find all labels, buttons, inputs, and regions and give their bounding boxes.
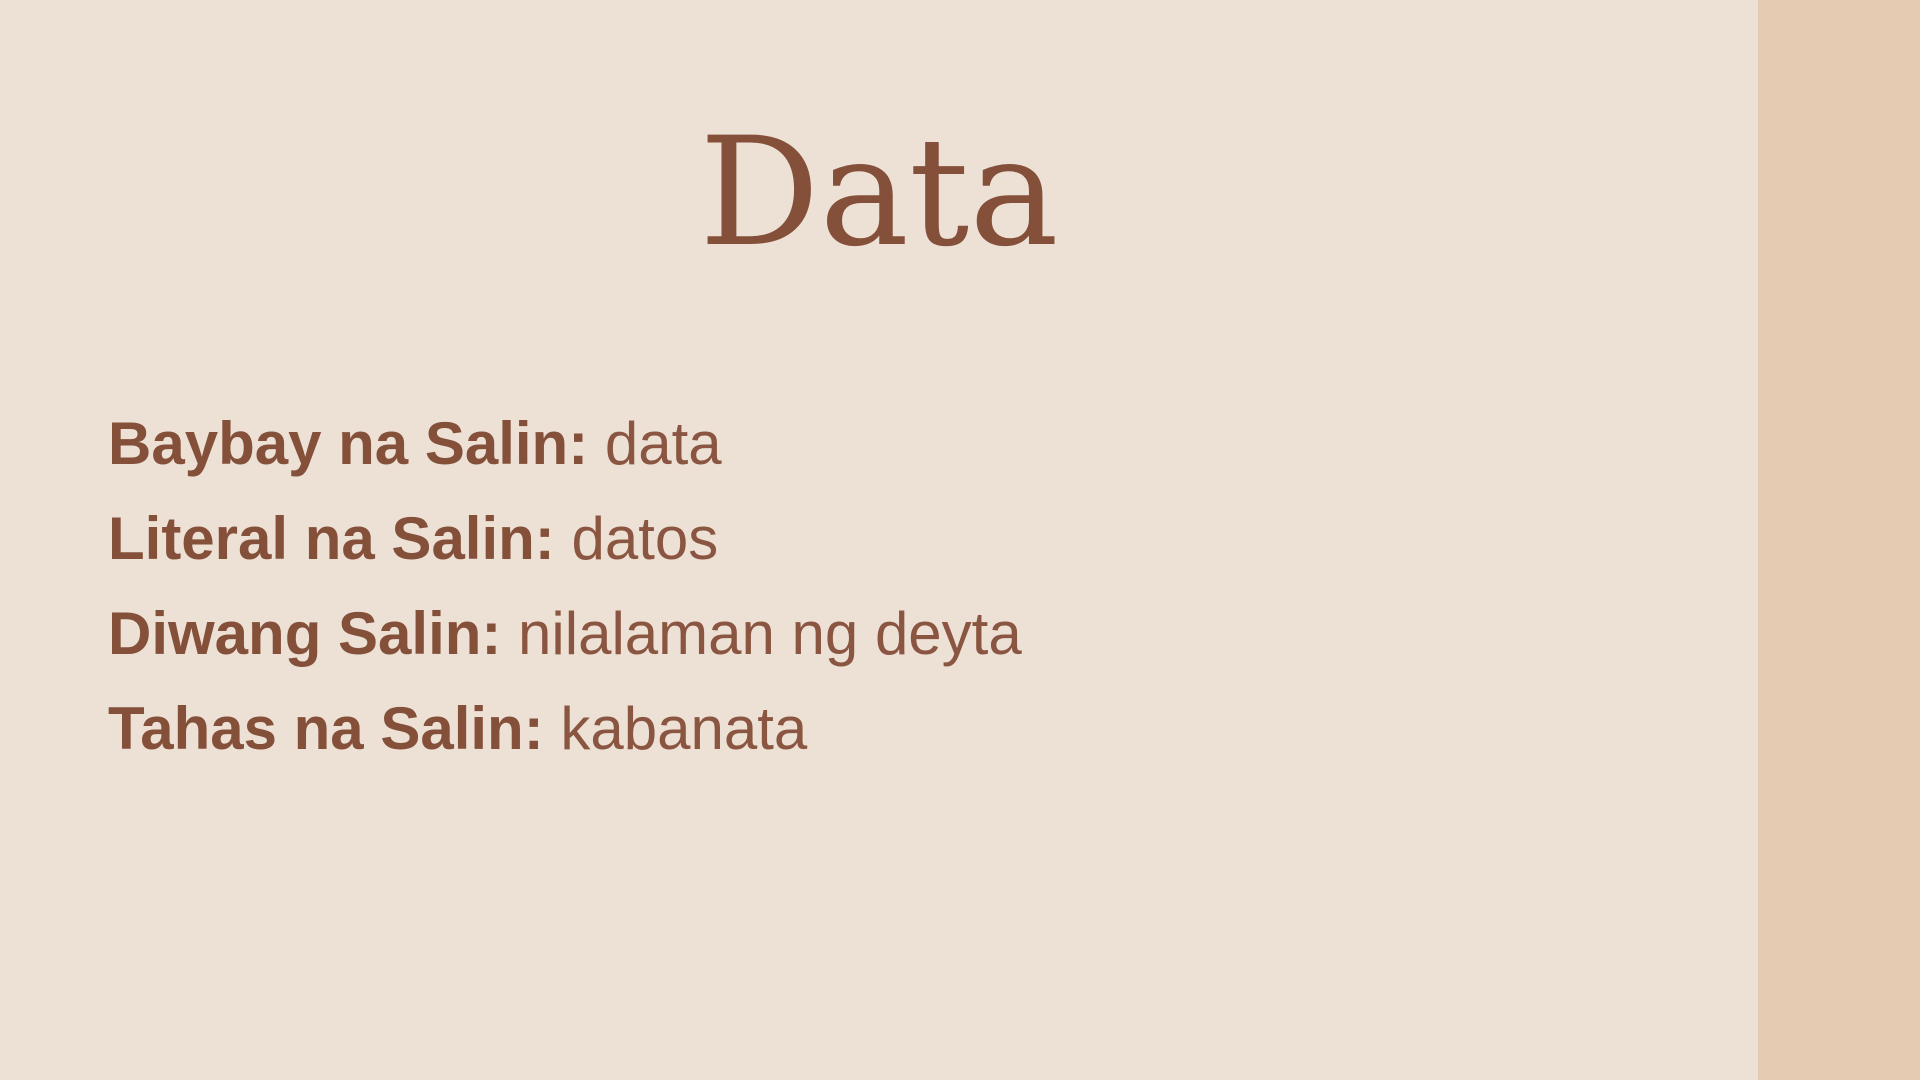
side-accent-band	[1758, 0, 1920, 1080]
slide: Data Baybay na Salin: data Literal na Sa…	[0, 0, 1920, 1080]
entry-value: data	[604, 410, 722, 477]
slide-title: Data	[699, 106, 1059, 280]
translation-entry-literal: Literal na Salin: datos	[108, 501, 1022, 596]
entry-label: Baybay na Salin:	[108, 410, 589, 477]
entry-label: Literal na Salin:	[108, 505, 555, 572]
entry-value: nilalaman ng deyta	[518, 600, 1022, 667]
translation-entry-diwang: Diwang Salin: nilalaman ng deyta	[108, 596, 1022, 691]
entry-label: Diwang Salin:	[108, 600, 502, 667]
translation-list: Baybay na Salin: data Literal na Salin: …	[108, 406, 1022, 786]
entry-value: datos	[571, 505, 719, 572]
translation-entry-tahas: Tahas na Salin: kabanata	[108, 691, 1022, 786]
entry-label: Tahas na Salin:	[108, 695, 544, 762]
translation-entry-baybay: Baybay na Salin: data	[108, 406, 1022, 501]
entry-value: kabanata	[560, 695, 808, 762]
